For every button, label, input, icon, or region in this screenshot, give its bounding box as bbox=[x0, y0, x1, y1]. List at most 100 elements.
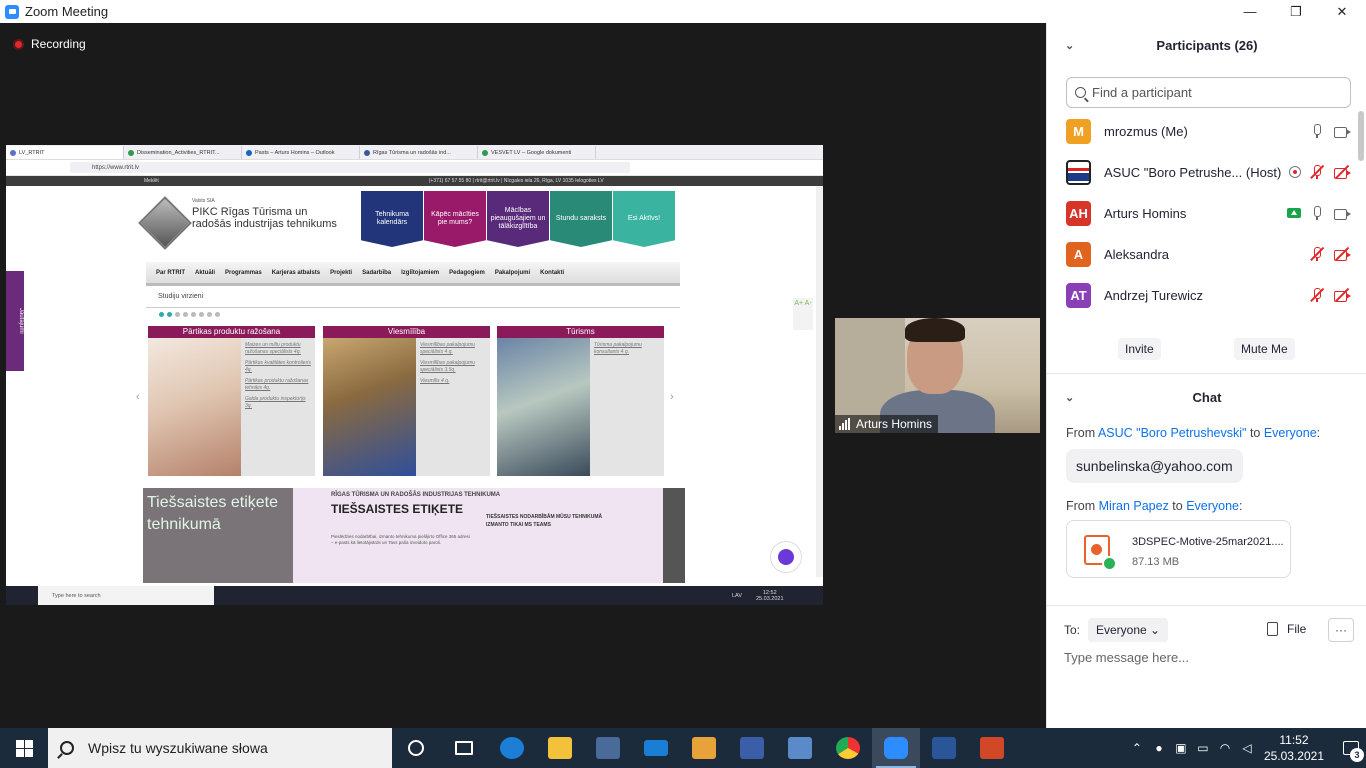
chrome-icon[interactable] bbox=[824, 728, 872, 768]
collapse-chevron-icon[interactable]: ⌄ bbox=[1065, 39, 1074, 52]
site-logo[interactable]: Valsts SIA PIKC Rīgas Tūrisma un radošās… bbox=[138, 194, 346, 254]
chat-sender[interactable]: ASUC "Boro Petrushevski" bbox=[1098, 426, 1247, 440]
site-tile[interactable]: Kāpēc mācīties pie mums? bbox=[424, 191, 486, 247]
program-card[interactable]: Tūrisms Tūrisma pakalpojumu konsultants … bbox=[497, 326, 664, 476]
maximize-button[interactable]: ❐ bbox=[1273, 0, 1319, 23]
site-menu-item[interactable]: Izglītojamiem bbox=[401, 270, 439, 276]
program-link[interactable]: Maizes un miltu produktu ražošanas speci… bbox=[245, 342, 311, 356]
mail-icon[interactable] bbox=[632, 728, 680, 768]
wifi-icon[interactable]: ◠ bbox=[1214, 728, 1236, 768]
chat-sender[interactable]: Miran Papez bbox=[1099, 499, 1169, 513]
program-link[interactable]: Viesmīlis 4 q. bbox=[420, 378, 486, 385]
participant-row[interactable]: A Aleksandra bbox=[1066, 239, 1351, 269]
volume-icon[interactable]: ◁ bbox=[1236, 728, 1258, 768]
microphone-muted-icon[interactable] bbox=[1308, 164, 1326, 180]
site-tile[interactable]: Mācības pieaugušajiem un tālākizglītība bbox=[487, 191, 549, 247]
save-app-icon[interactable] bbox=[728, 728, 776, 768]
carousel-prev-icon[interactable]: ‹ bbox=[136, 391, 140, 403]
task-view-icon[interactable] bbox=[440, 728, 488, 768]
social-links[interactable] bbox=[663, 488, 685, 583]
messenger-icon[interactable] bbox=[770, 541, 802, 573]
chat-recipient[interactable]: Everyone bbox=[1186, 499, 1239, 513]
chat-message-bubble[interactable]: sunbelinska@yahoo.com bbox=[1066, 449, 1243, 483]
microphone-tray-icon[interactable]: ● bbox=[1148, 728, 1170, 768]
browser-tab[interactable]: Pasts – Arturs Homins – Outlook bbox=[242, 146, 360, 159]
chat-recipient[interactable]: Everyone bbox=[1264, 426, 1317, 440]
camera-tray-icon[interactable]: ▣ bbox=[1170, 728, 1192, 768]
site-menu-item[interactable]: Aktuāli bbox=[195, 270, 215, 276]
participant-row[interactable]: M mrozmus (Me) bbox=[1066, 116, 1351, 146]
browser-tab[interactable]: Rīgas Tūrisma un radošās ind... bbox=[360, 146, 478, 159]
program-link[interactable]: Viesmīlības pakalpojumu speciālists 4 q. bbox=[420, 342, 486, 356]
clock[interactable]: 11:52 25.03.2021 bbox=[1264, 732, 1324, 764]
recording-indicator[interactable]: Recording bbox=[13, 37, 86, 51]
participant-row[interactable]: AH Arturs Homins bbox=[1066, 198, 1351, 228]
store-icon[interactable] bbox=[584, 728, 632, 768]
chat-message-input[interactable]: Type message here... bbox=[1064, 650, 1189, 665]
browser-tab[interactable]: LV_RTRIT bbox=[6, 146, 124, 159]
network-app-icon[interactable] bbox=[776, 728, 824, 768]
close-button[interactable]: ✕ bbox=[1319, 0, 1365, 23]
file-button[interactable]: File bbox=[1267, 622, 1306, 636]
site-search-label[interactable]: Meklēt bbox=[144, 178, 159, 184]
collapse-chevron-icon[interactable]: ⌄ bbox=[1065, 391, 1074, 404]
site-scrollbar[interactable] bbox=[816, 186, 823, 577]
taskbar-search[interactable]: Wpisz tu wyszukiwane słowa bbox=[48, 728, 392, 768]
carousel-next-icon[interactable]: › bbox=[670, 391, 674, 403]
program-card[interactable]: Viesmīlība Viesmīlības pakalpojumu speci… bbox=[323, 326, 490, 476]
carousel-dots[interactable] bbox=[159, 312, 223, 317]
browser-tab[interactable]: Dissemination_Activities_RTRIT... bbox=[124, 146, 242, 159]
site-menu-item[interactable]: Pedagogiem bbox=[449, 270, 485, 276]
microphone-icon[interactable] bbox=[1308, 205, 1326, 221]
site-tile[interactable]: Esi Aktīvs! bbox=[613, 191, 675, 247]
microphone-muted-icon[interactable] bbox=[1308, 246, 1326, 262]
program-link[interactable]: Viesmīlības pakalpojumu speciālists 3.5q… bbox=[420, 360, 486, 374]
site-tile[interactable]: Tehnikuma kalendārs bbox=[361, 191, 423, 247]
program-link[interactable]: Pārtikas produktu ražošanas tehniķis 4q. bbox=[245, 378, 311, 392]
site-menu-item[interactable]: Par RTRIT bbox=[156, 270, 185, 276]
microphone-icon[interactable] bbox=[1308, 123, 1326, 139]
find-participant-input[interactable]: Find a participant bbox=[1066, 77, 1351, 108]
program-link[interactable]: Galda produktu inspektorijs 3q. bbox=[245, 396, 311, 410]
start-button[interactable] bbox=[0, 728, 48, 768]
browser-url-bar[interactable]: https://www.rtrit.lv bbox=[70, 162, 630, 173]
camera-icon[interactable] bbox=[1333, 205, 1351, 221]
powerpoint-icon[interactable] bbox=[968, 728, 1016, 768]
program-link[interactable]: Pārtikas kvalitātes kontrolieris 4q. bbox=[245, 360, 311, 374]
browser-tab[interactable]: VESVET LV – Google dokumenti bbox=[478, 146, 596, 159]
camera-off-icon[interactable] bbox=[1333, 246, 1351, 262]
participant-row[interactable]: AT Andrzej Turewicz bbox=[1066, 280, 1351, 310]
site-menu-item[interactable]: Kontakti bbox=[540, 270, 564, 276]
notifications-button[interactable]: 3 bbox=[1336, 728, 1366, 768]
participants-scrollbar[interactable] bbox=[1358, 111, 1364, 161]
shared-screen[interactable]: LV_RTRIT Dissemination_Activities_RTRIT.… bbox=[6, 145, 823, 605]
site-menu-item[interactable]: Programmas bbox=[225, 270, 262, 276]
mute-me-button[interactable]: Mute Me bbox=[1234, 338, 1295, 360]
site-menu-item[interactable]: Karjeras atbalsts bbox=[272, 270, 320, 276]
etiquette-banner[interactable]: Tiešsaistes etiķete tehnikumā RĪGAS TŪRI… bbox=[143, 488, 685, 583]
site-tile[interactable]: Stundu saraksts bbox=[550, 191, 612, 247]
chevron-up-icon[interactable]: ⌃ bbox=[1126, 728, 1148, 768]
edge-icon[interactable] bbox=[488, 728, 536, 768]
recipient-dropdown[interactable]: Everyone ⌄ bbox=[1088, 618, 1169, 642]
camera-off-icon[interactable] bbox=[1333, 164, 1351, 180]
participant-video[interactable]: Arturs Homins bbox=[835, 318, 1040, 433]
invite-button[interactable]: Invite bbox=[1118, 338, 1161, 360]
outlook-icon[interactable] bbox=[680, 728, 728, 768]
zoom-taskbar-icon[interactable] bbox=[872, 728, 920, 768]
word-icon[interactable] bbox=[920, 728, 968, 768]
chat-file-attachment[interactable]: 3DSPEC-Motive-25mar2021.... 87.13 MB bbox=[1066, 520, 1291, 578]
participant-row[interactable]: ASUC "Boro Petrushe... (Host) bbox=[1066, 157, 1351, 187]
site-menu-item[interactable]: Sadarbība bbox=[362, 270, 391, 276]
camera-icon[interactable] bbox=[1333, 123, 1351, 139]
site-menu-item[interactable]: Pakalpojumi bbox=[495, 270, 530, 276]
site-menu-item[interactable]: Projekti bbox=[330, 270, 352, 276]
cortana-icon[interactable] bbox=[392, 728, 440, 768]
minimize-button[interactable]: — bbox=[1227, 0, 1273, 23]
font-size-control[interactable]: A+ A- bbox=[793, 298, 813, 330]
file-explorer-icon[interactable] bbox=[536, 728, 584, 768]
more-options-button[interactable]: ··· bbox=[1328, 618, 1354, 642]
microphone-muted-icon[interactable] bbox=[1308, 287, 1326, 303]
program-link[interactable]: Tūrisma pakalpojumu konsultants 4 q. bbox=[594, 342, 660, 356]
program-card[interactable]: Pārtikas produktu ražošana Maizes un mil… bbox=[148, 326, 315, 476]
